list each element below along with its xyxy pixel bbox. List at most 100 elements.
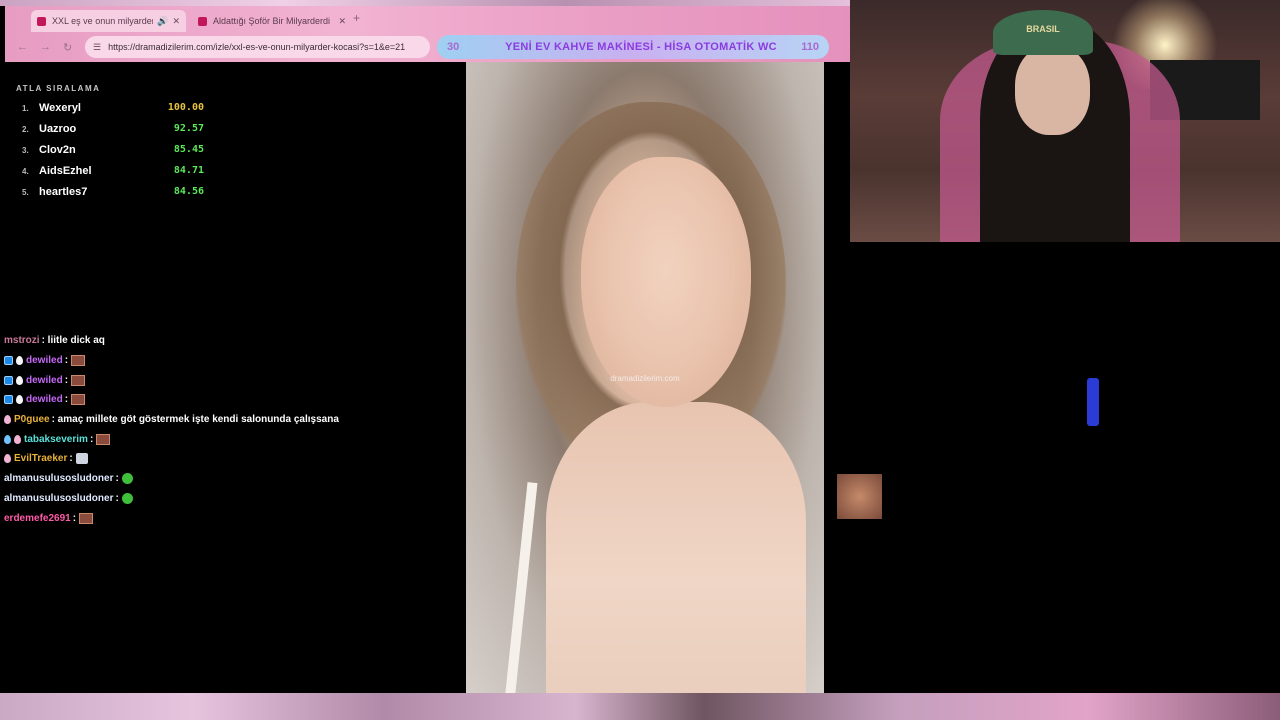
chat-username[interactable]: dewiled [26, 355, 63, 366]
chat-message: almanusulusosludoner : [4, 489, 459, 509]
alert-banner: 30 YENİ EV KAHVE MAKİNESİ - HİSA OTOMATİ… [437, 35, 829, 59]
leaderboard-row: 5. heartles7 84.56 [16, 185, 216, 206]
close-tab-icon[interactable]: ✕ [338, 16, 346, 27]
leaderboard-title: ATLA SIRALAMA [16, 84, 101, 93]
chat-message: dewiled : [4, 370, 459, 390]
leaderboard-row: 4. AidsEzhel 84.71 [16, 164, 216, 185]
chat-message: EvilTraeker : [4, 449, 459, 469]
video-frame-body [546, 402, 806, 693]
floating-emote-image [837, 474, 882, 519]
chat-emote-icon [96, 433, 111, 445]
leaderboard-row: 3. Clov2n 85.45 [16, 143, 216, 164]
forward-arrow-icon[interactable]: → [40, 41, 51, 53]
chat-emote-icon [121, 473, 133, 485]
decorative-bottom-strip [0, 693, 1280, 720]
chat-text: : amaç millete göt göstermek işte kendi … [51, 414, 339, 426]
chat-text: : [115, 473, 119, 485]
chat-badge-icon [4, 454, 11, 464]
leaderboard-rank: 2. [22, 125, 29, 134]
chat-badge-icon [4, 395, 13, 405]
leaderboard-score: 100.00 [167, 102, 204, 113]
chat-badge-icon [16, 356, 23, 366]
leaderboard-row: 1. Wexeryl 100.00 [16, 101, 216, 122]
chat-username[interactable]: erdemefe2691 [4, 513, 71, 524]
chat-username[interactable]: EvilTraeker [14, 453, 67, 464]
leaderboard-name: heartles7 [39, 186, 88, 198]
chat-text: : [89, 433, 94, 445]
chat-text: : [64, 355, 69, 367]
video-frame-strap [504, 482, 538, 693]
webcam-cap: BRASIL [993, 10, 1093, 55]
chat-username[interactable]: P0guee [14, 414, 50, 425]
address-bar[interactable]: ☰ https://dramadizilerim.com/izle/xxl-es… [85, 36, 430, 58]
chat-text: : [64, 394, 69, 406]
chat-text: : liitle dick aq [41, 335, 105, 347]
chat-username[interactable]: mstrozi [4, 335, 40, 346]
leaderboard-name: AidsEzhel [39, 165, 92, 177]
leaderboard-row: 2. Uazroo 92.57 [16, 122, 216, 143]
chat-username[interactable]: almanusulusosludoner [4, 473, 113, 484]
chat-emote-icon [75, 453, 88, 465]
leaderboard-rank: 4. [22, 167, 29, 176]
chat-message: dewiled : [4, 351, 459, 371]
chat-badge-icon [4, 434, 11, 444]
banner-right-number: 110 [801, 41, 819, 53]
leaderboard-name: Clov2n [39, 144, 76, 156]
leaderboard-rank: 5. [22, 188, 29, 197]
site-favicon-icon [198, 16, 207, 26]
chat-badge-icon [4, 356, 13, 366]
chat-username[interactable]: tabakseverim [24, 434, 88, 445]
chat-badge-icon [14, 434, 21, 444]
banner-text: YENİ EV KAHVE MAKİNESİ - HİSA OTOMATİK W… [505, 41, 777, 53]
chat-emote-icon [71, 374, 86, 386]
chat-message: erdemefe2691 : [4, 508, 459, 528]
leaderboard-score: 84.71 [173, 165, 204, 176]
webcam-streamer-face [1015, 45, 1090, 135]
speaker-icon[interactable]: 🔊 [157, 16, 168, 27]
leaderboard-name: Uazroo [39, 123, 77, 135]
tab-title: XXL eş ve onun milyarder k [52, 16, 154, 26]
tab-aldattigi-sofor[interactable]: Aldattığı Şoför Bir Milyarderdi ✕ [192, 10, 352, 32]
browser-toolbar: ← → ↻ ☰ https://dramadizilerim.com/izle/… [5, 32, 850, 62]
chat-text: : [64, 374, 69, 386]
tab-xxl-es[interactable]: XXL eş ve onun milyarder k 🔊 ✕ [31, 10, 186, 32]
chat-text: : [69, 453, 73, 465]
chat-badge-icon [4, 375, 13, 385]
close-tab-icon[interactable]: ✕ [172, 16, 180, 27]
leaderboard: ATLA SIRALAMA 1. Wexeryl 100.00 2. Uazroo 92.… [16, 84, 216, 206]
leaderboard-score: 92.57 [173, 123, 204, 134]
leaderboard-rank: 1. [22, 104, 29, 113]
chat-username[interactable]: dewiled [26, 375, 63, 386]
blue-marker-icon [1087, 378, 1099, 426]
chat-text: : [115, 492, 119, 504]
tab-strip: XXL eş ve onun milyarder k 🔊 ✕ Aldattığı… [5, 6, 850, 32]
leaderboard-rank: 3. [22, 146, 29, 155]
chat-panel: mstrozi : liitle dick aq dewiled : dewiled… [4, 331, 459, 528]
chat-emote-icon [121, 492, 133, 504]
banner-left-number: 30 [447, 41, 460, 53]
new-tab-plus-icon[interactable]: + [353, 11, 360, 25]
reload-icon[interactable]: ↻ [63, 41, 72, 54]
chat-text: : [72, 512, 77, 524]
chat-username[interactable]: almanusulusosludoner [4, 493, 113, 504]
leaderboard-score: 84.56 [173, 186, 204, 197]
chat-emote-icon [71, 394, 86, 406]
video-player[interactable]: dramadizilerim.com [466, 62, 824, 693]
chat-message: mstrozi : liitle dick aq [4, 331, 459, 351]
chat-message: P0guee : amaç millete göt göstermek işte… [4, 410, 459, 430]
chat-message: tabakseverim : [4, 429, 459, 449]
back-arrow-icon[interactable]: ← [17, 41, 28, 53]
video-frame-face [581, 157, 751, 407]
browser-window: XXL eş ve onun milyarder k 🔊 ✕ Aldattığı… [5, 6, 850, 62]
site-favicon-icon [37, 16, 46, 26]
url-text: https://dramadizilerim.com/izle/xxl-es-v… [108, 42, 406, 52]
chat-badge-icon [16, 375, 23, 385]
chat-badge-icon [4, 415, 11, 425]
chat-message: almanusulusosludoner : [4, 469, 459, 489]
chat-message: dewiled : [4, 390, 459, 410]
site-info-icon[interactable]: ☰ [93, 42, 101, 53]
webcam-feed: BRASIL [850, 0, 1280, 242]
video-watermark: dramadizilerim.com [610, 374, 680, 383]
tab-title: Aldattığı Şoför Bir Milyarderdi [213, 16, 331, 26]
chat-username[interactable]: dewiled [26, 394, 63, 405]
